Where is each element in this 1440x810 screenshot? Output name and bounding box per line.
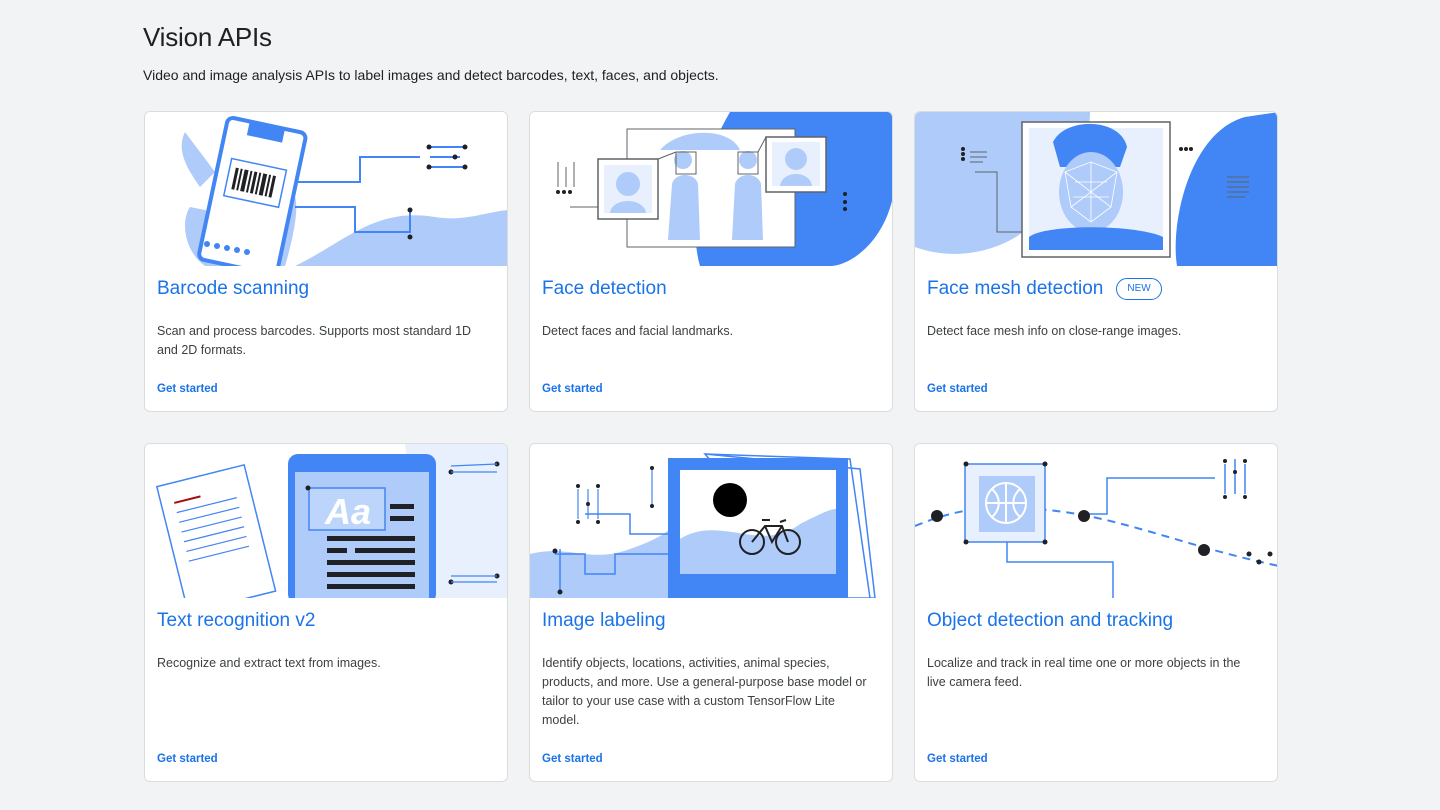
page-title: Vision APIs	[143, 22, 272, 52]
get-started-link[interactable]: Get started	[157, 753, 218, 765]
get-started-link[interactable]: Get started	[157, 383, 218, 395]
card-image-labeling[interactable]: Image labeling Identify objects, locatio…	[529, 443, 893, 782]
card-title[interactable]: Face detection	[542, 278, 667, 300]
barcode-scanning-illustration	[145, 112, 507, 266]
card-text-recognition[interactable]: Aa Text recognition v2 Recognize and ext…	[144, 443, 508, 782]
get-started-link[interactable]: Get started	[542, 383, 603, 395]
get-started-link[interactable]: Get started	[927, 383, 988, 395]
card-title[interactable]: Barcode scanning	[157, 278, 309, 300]
card-description: Identify objects, locations, activities,…	[542, 656, 867, 727]
card-description: Detect faces and facial landmarks.	[542, 324, 734, 338]
card-title[interactable]: Object detection and tracking	[927, 610, 1173, 632]
face-mesh-illustration	[915, 112, 1277, 266]
card-title[interactable]: Image labeling	[542, 610, 666, 632]
card-barcode-scanning[interactable]: Barcode scanning Scan and process barcod…	[144, 111, 508, 412]
page-description: Video and image analysis APIs to label i…	[143, 67, 719, 83]
card-face-detection[interactable]: Face detection Detect faces and facial l…	[529, 111, 893, 412]
card-description: Recognize and extract text from images.	[157, 656, 381, 670]
card-face-mesh-detection[interactable]: Face mesh detection NEW Detect face mesh …	[914, 111, 1278, 412]
text-recognition-illustration: Aa	[145, 444, 507, 598]
face-detection-illustration	[530, 112, 892, 266]
new-badge: NEW	[1116, 278, 1162, 300]
image-labeling-illustration	[530, 444, 892, 598]
card-title[interactable]: Face mesh detection NEW	[927, 278, 1162, 300]
get-started-link[interactable]: Get started	[927, 753, 988, 765]
card-description: Detect face mesh info on close-range ima…	[927, 324, 1182, 338]
object-detection-illustration	[915, 444, 1277, 598]
card-object-detection[interactable]: Object detection and tracking Localize a…	[914, 443, 1278, 782]
card-title[interactable]: Text recognition v2	[157, 610, 315, 632]
get-started-link[interactable]: Get started	[542, 753, 603, 765]
card-description: Localize and track in real time one or m…	[927, 656, 1241, 689]
card-description: Scan and process barcodes. Supports most…	[157, 324, 472, 357]
svg-text:Aa: Aa	[324, 491, 371, 532]
